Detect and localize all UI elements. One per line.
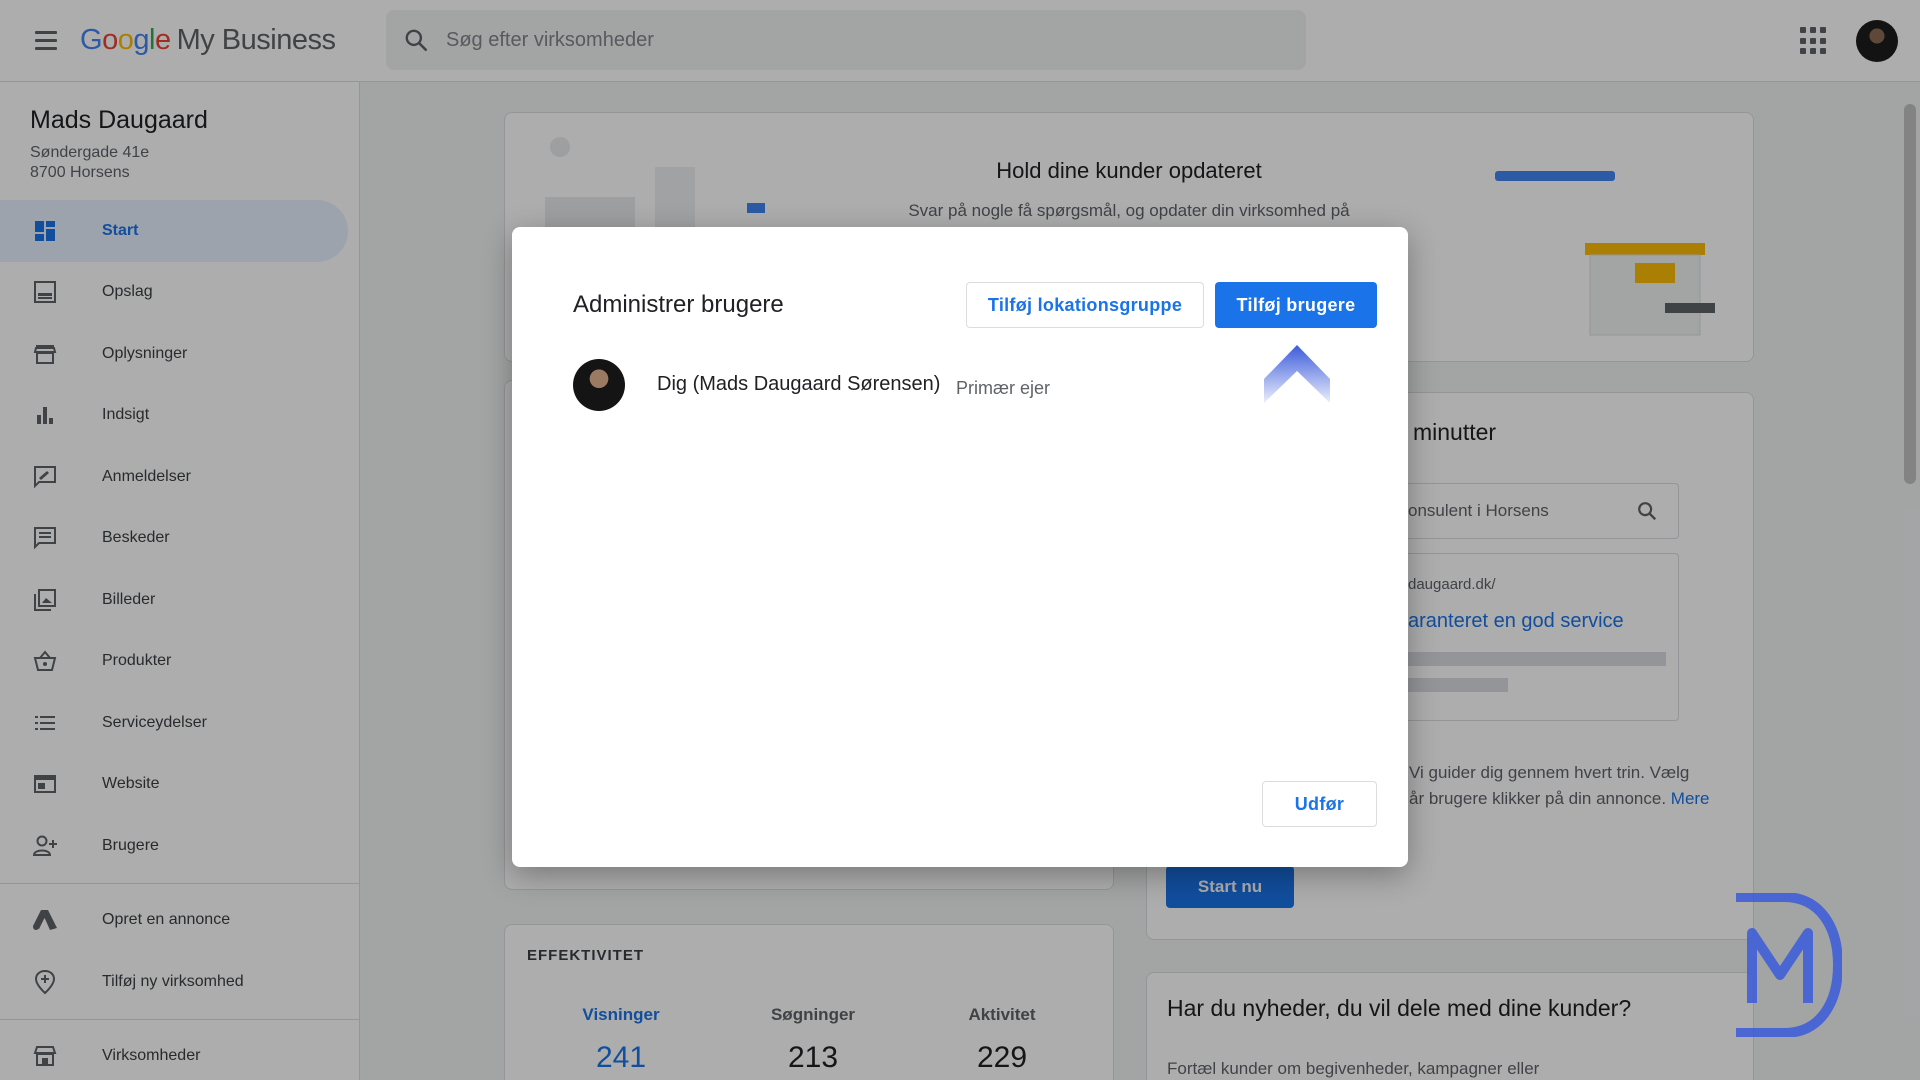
- user-avatar: [573, 359, 625, 411]
- chevron-up-icon: [1264, 345, 1330, 403]
- user-name: Dig (Mads Daugaard Sørensen): [657, 373, 941, 395]
- manage-users-dialog: Administrer brugere Tilføj lokationsgrup…: [512, 227, 1408, 867]
- add-users-button[interactable]: Tilføj brugere: [1215, 282, 1377, 328]
- brand-watermark-logo: [1736, 893, 1842, 1037]
- add-location-group-button[interactable]: Tilføj lokationsgruppe: [966, 282, 1204, 328]
- done-button[interactable]: Udfør: [1262, 781, 1377, 827]
- user-role: Primær ejer: [956, 378, 1051, 398]
- dialog-title: Administrer brugere: [573, 291, 784, 318]
- user-row[interactable]: Dig (Mads Daugaard Sørensen) Primær ejer: [573, 359, 1353, 411]
